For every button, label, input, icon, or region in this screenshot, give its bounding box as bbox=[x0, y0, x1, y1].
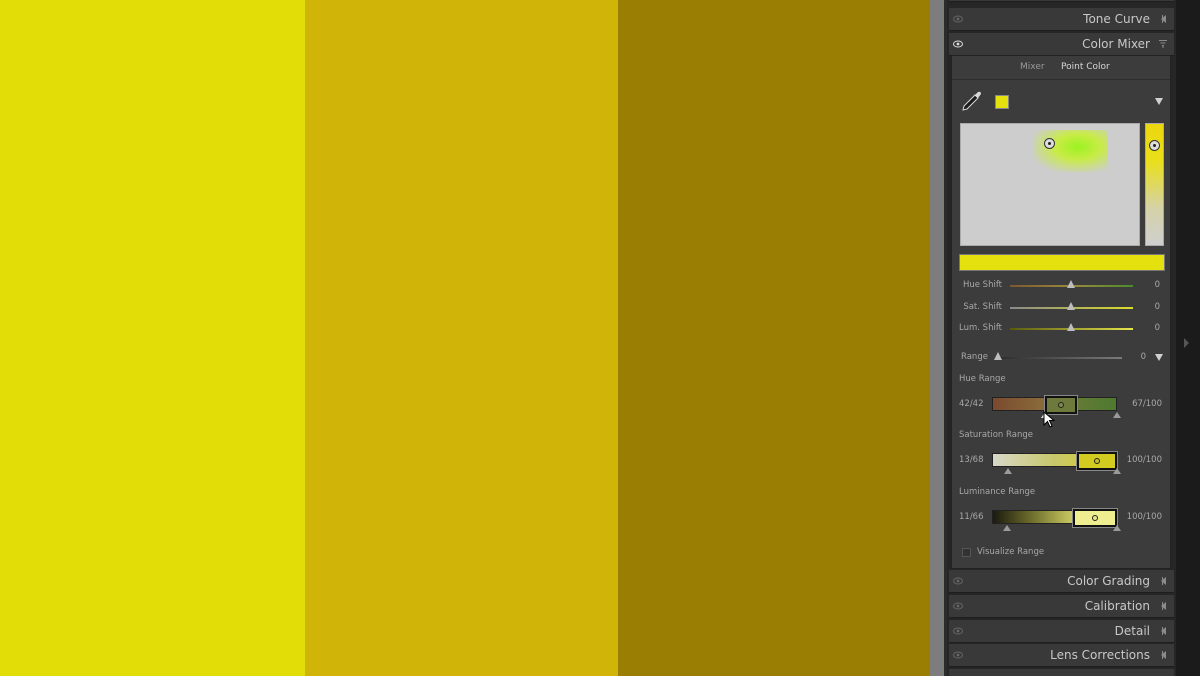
color-mixer-body: Mixer Point Color Hue Shift 0 Sat. Shift bbox=[951, 55, 1171, 569]
panel-header-detail[interactable]: Detail bbox=[949, 620, 1174, 643]
collapse-arrow-icon[interactable] bbox=[1161, 577, 1166, 585]
luminance-range-right-value: 100/100 bbox=[1126, 512, 1162, 522]
dropdown-arrow-icon[interactable] bbox=[1155, 354, 1163, 361]
eye-icon[interactable] bbox=[953, 627, 963, 635]
hue-range-left-value: 42/42 bbox=[959, 399, 984, 409]
slider-thumb[interactable] bbox=[994, 352, 1002, 360]
hue-range-label: Hue Range bbox=[959, 374, 1006, 384]
eye-icon[interactable] bbox=[953, 40, 963, 48]
panel-title: Detail bbox=[1114, 624, 1150, 638]
hue-range-right-value: 67/100 bbox=[1132, 399, 1162, 409]
tab-mixer[interactable]: Mixer bbox=[1020, 62, 1045, 72]
luminance-range-label: Luminance Range bbox=[959, 487, 1036, 497]
panel-header-lens-corrections[interactable]: Lens Corrections bbox=[949, 644, 1174, 667]
image-canvas[interactable] bbox=[0, 0, 930, 676]
panel-header-next bbox=[949, 669, 1174, 676]
slider-track[interactable] bbox=[998, 357, 1122, 359]
panel-header-tone-curve[interactable]: Tone Curve bbox=[949, 8, 1174, 31]
right-edge-strip[interactable] bbox=[1176, 0, 1200, 676]
hue-saturation-field[interactable] bbox=[960, 123, 1140, 246]
range-slider[interactable]: Range 0 bbox=[952, 351, 1170, 365]
saturation-range-label: Saturation Range bbox=[959, 430, 1033, 440]
panel-header-color-mixer[interactable]: Color Mixer bbox=[949, 33, 1174, 56]
luminance-range-right-handle[interactable] bbox=[1113, 525, 1121, 531]
panel-title: Tone Curve bbox=[1083, 12, 1150, 26]
collapse-arrow-icon[interactable] bbox=[1161, 15, 1166, 23]
expand-arrow-icon[interactable] bbox=[1184, 338, 1189, 348]
panel-header-calibration[interactable]: Calibration bbox=[949, 595, 1174, 618]
lum-shift-slider[interactable]: Lum. Shift 0 bbox=[952, 322, 1170, 336]
collapse-arrow-icon[interactable] bbox=[1161, 627, 1166, 635]
luminance-range-left-handle[interactable] bbox=[1003, 525, 1011, 531]
panel-title: Calibration bbox=[1084, 599, 1150, 613]
selected-color-glow bbox=[1033, 130, 1108, 172]
saturation-range-bar[interactable] bbox=[992, 452, 1117, 470]
dropdown-arrow-icon[interactable] bbox=[1155, 98, 1163, 105]
slider-value[interactable]: 0 bbox=[1141, 352, 1146, 362]
collapse-arrow-icon[interactable] bbox=[1161, 651, 1166, 659]
saturation-range-left-value: 13/68 bbox=[959, 455, 984, 465]
slider-value[interactable]: 0 bbox=[1155, 323, 1160, 333]
slider-label: Hue Shift bbox=[962, 280, 1002, 290]
visualize-range-checkbox[interactable] bbox=[962, 548, 971, 557]
luminance-pin[interactable] bbox=[1149, 140, 1160, 151]
hue-range-bar[interactable] bbox=[992, 396, 1117, 414]
hue-range-control[interactable]: 42/42 67/100 bbox=[952, 396, 1170, 427]
color-swatch-3 bbox=[618, 0, 930, 676]
slider-thumb[interactable] bbox=[1067, 280, 1075, 288]
slider-label: Sat. Shift bbox=[963, 302, 1002, 312]
luminance-range-bar[interactable] bbox=[992, 509, 1117, 527]
luminance-bar[interactable] bbox=[1145, 123, 1164, 246]
eye-icon[interactable] bbox=[953, 15, 963, 23]
selected-color-bar bbox=[959, 254, 1165, 271]
panel-title: Color Grading bbox=[1067, 574, 1150, 588]
sampled-color-swatch[interactable] bbox=[995, 95, 1009, 109]
eye-icon[interactable] bbox=[953, 602, 963, 610]
slider-label: Range bbox=[961, 352, 988, 362]
panel-title: Lens Corrections bbox=[1050, 648, 1150, 662]
slider-label: Lum. Shift bbox=[959, 323, 1002, 333]
panel-title: Color Mixer bbox=[1082, 37, 1150, 51]
eyedropper-icon[interactable] bbox=[960, 89, 984, 113]
panel-header-top bbox=[949, 0, 1174, 2]
right-panel: Tone Curve Color Mixer Mixer Point Color… bbox=[947, 0, 1176, 676]
hue-saturation-pin[interactable] bbox=[1044, 138, 1055, 149]
sat-shift-slider[interactable]: Sat. Shift 0 bbox=[952, 301, 1170, 315]
slider-thumb[interactable] bbox=[1067, 302, 1075, 310]
slider-thumb[interactable] bbox=[1067, 323, 1075, 331]
luminance-range-selection[interactable] bbox=[1073, 509, 1117, 527]
visualize-range-label[interactable]: Visualize Range bbox=[977, 547, 1044, 557]
saturation-range-left-handle[interactable] bbox=[1004, 468, 1012, 474]
tab-point-color[interactable]: Point Color bbox=[1061, 62, 1110, 72]
panel-header-color-grading[interactable]: Color Grading bbox=[949, 570, 1174, 593]
slider-value[interactable]: 0 bbox=[1155, 302, 1160, 312]
filter-icon[interactable] bbox=[1159, 40, 1167, 48]
saturation-range-control[interactable]: 13/68 100/100 bbox=[952, 452, 1170, 483]
color-swatch-2 bbox=[305, 0, 618, 676]
luminance-range-left-value: 11/66 bbox=[959, 512, 984, 522]
cursor-icon bbox=[1043, 411, 1056, 428]
eye-icon[interactable] bbox=[953, 651, 963, 659]
collapse-arrow-icon[interactable] bbox=[1161, 602, 1166, 610]
hue-shift-slider[interactable]: Hue Shift 0 bbox=[952, 279, 1170, 293]
mixer-tabs: Mixer Point Color bbox=[952, 56, 1170, 80]
color-swatch-1 bbox=[0, 0, 305, 676]
luminance-range-control[interactable]: 11/66 100/100 bbox=[952, 509, 1170, 540]
saturation-range-right-handle[interactable] bbox=[1113, 468, 1121, 474]
panel-divider bbox=[930, 0, 944, 676]
saturation-range-right-value: 100/100 bbox=[1126, 455, 1162, 465]
hue-range-right-handle[interactable] bbox=[1113, 412, 1121, 418]
saturation-range-selection[interactable] bbox=[1077, 452, 1117, 470]
slider-value[interactable]: 0 bbox=[1155, 280, 1160, 290]
eye-icon[interactable] bbox=[953, 577, 963, 585]
